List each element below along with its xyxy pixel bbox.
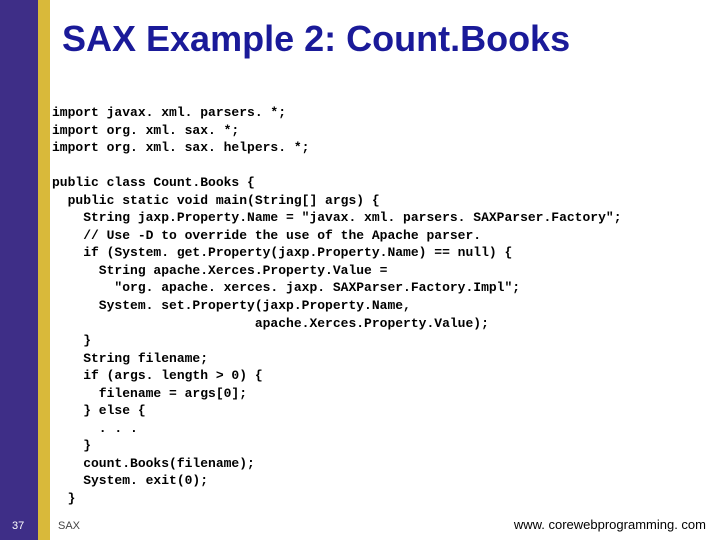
code-block: import javax. xml. parsers. *; import or… [52,104,710,508]
slide-title: SAX Example 2: Count.Books [62,18,570,60]
footer-left-text: SAX [58,520,80,532]
title-area: SAX Example 2: Count.Books [0,0,720,90]
slide-number: 37 [12,520,24,532]
footer-right-url: www. corewebprogramming. com [514,517,706,532]
